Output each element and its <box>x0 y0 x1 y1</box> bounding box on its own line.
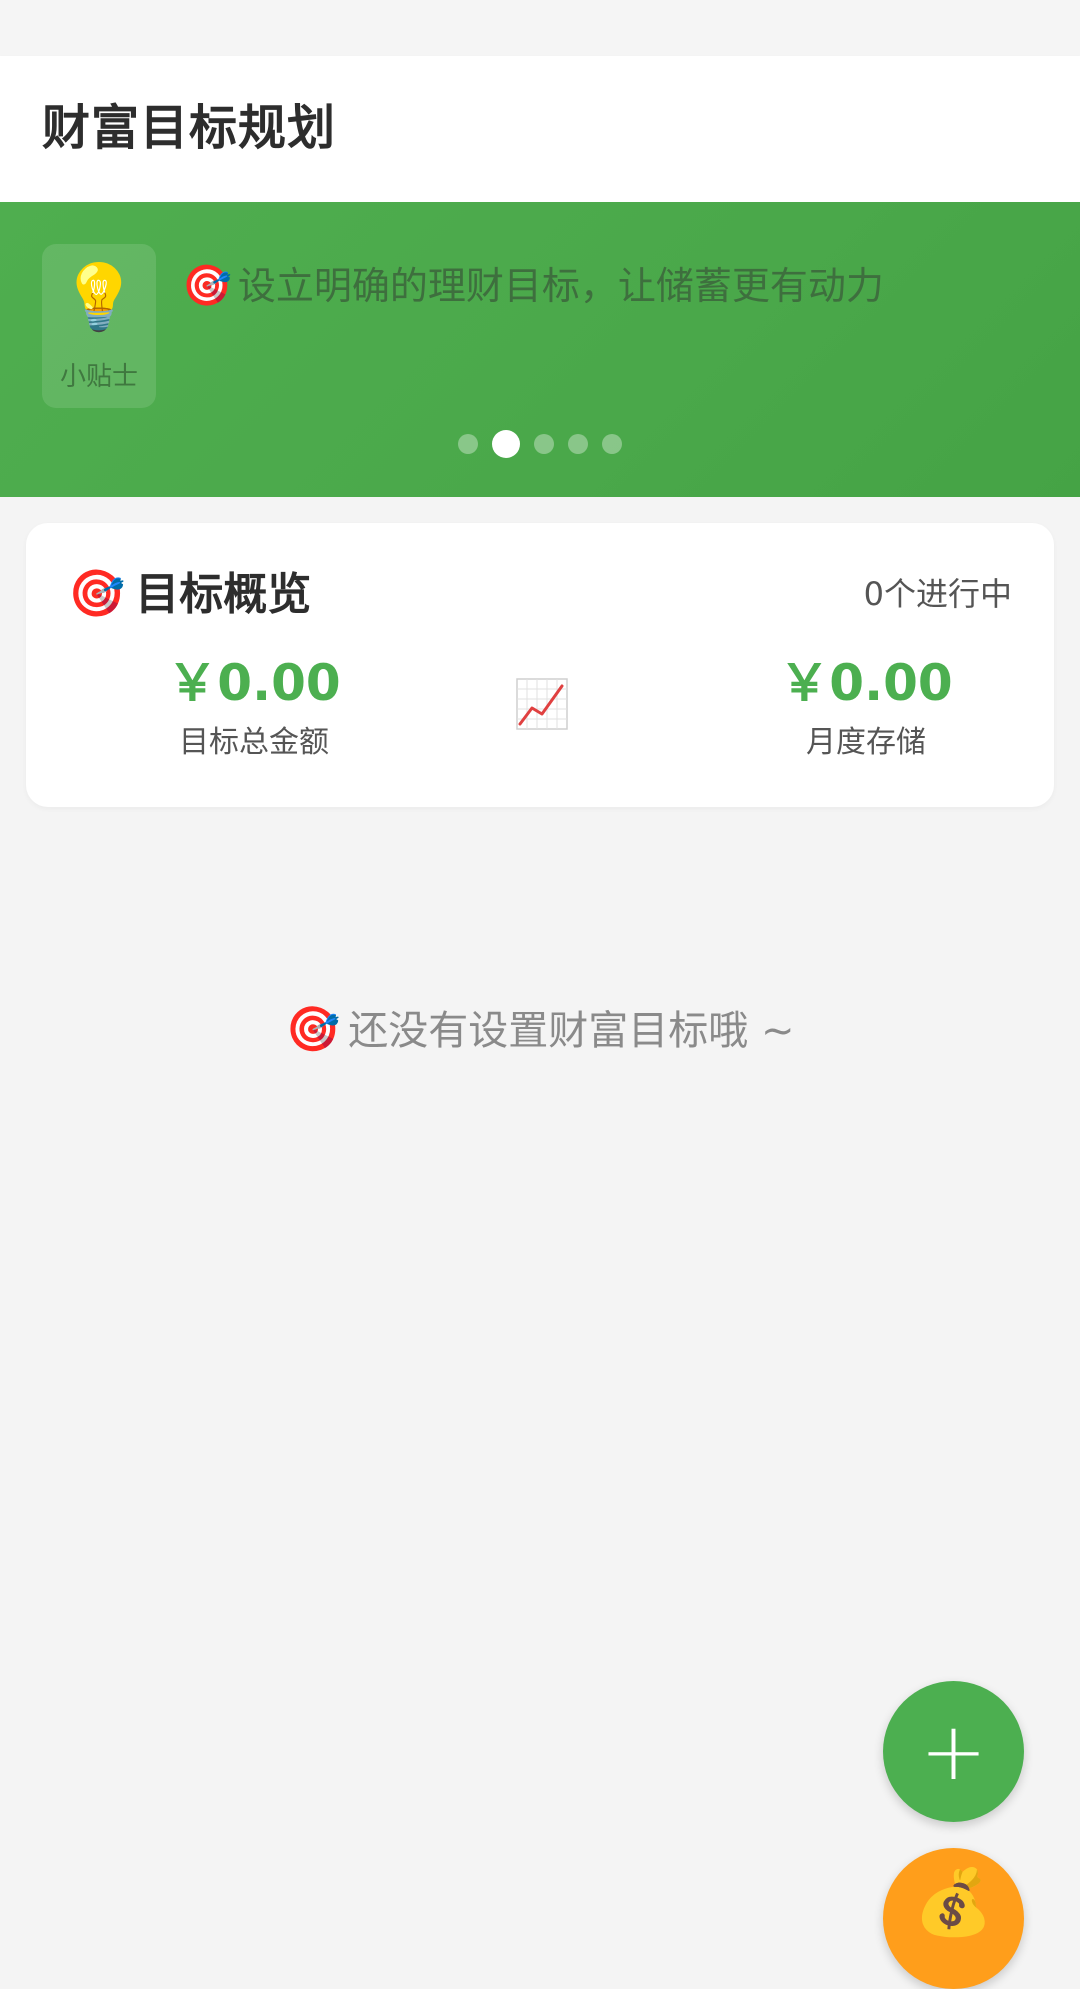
page-title: 财富目标规划 <box>42 100 337 156</box>
carousel-dot[interactable] <box>602 434 622 454</box>
total-amount-stat: ￥0.00 目标总金额 <box>94 648 414 768</box>
carousel-dot[interactable] <box>534 434 554 454</box>
total-amount-label: 目标总金额 <box>179 725 329 760</box>
tip-badge: 💡 小贴士 <box>42 244 156 408</box>
carousel-dot[interactable] <box>568 434 588 454</box>
monthly-saving-value: ￥0.00 <box>779 654 953 712</box>
trend-chart-icon <box>516 678 568 730</box>
target-icon: 🎯 <box>285 1004 341 1055</box>
target-icon: 🎯 <box>68 566 126 620</box>
add-goal-button[interactable]: + <box>883 1681 1024 1822</box>
app-bar: 财富目标规划 <box>0 56 1080 202</box>
monthly-saving-label: 月度存储 <box>806 725 926 760</box>
lightbulb-icon: 💡 <box>59 261 139 335</box>
active-goal-count: 0个进行中 <box>863 575 1012 613</box>
tip-label: 小贴士 <box>59 362 138 392</box>
overview-title-text: 目标概览 <box>135 569 312 620</box>
empty-state-text: 还没有设置财富目标哦 ~ <box>348 1008 795 1054</box>
money-bag-button[interactable]: 💰 <box>883 1848 1024 1989</box>
tip-message: 设立明确的理财目标，让储蓄更有动力 <box>237 264 884 308</box>
status-bar <box>0 0 1080 56</box>
carousel-indicator <box>0 430 1080 458</box>
tips-banner[interactable]: 💡 小贴士 🎯 设立明确的理财目标，让储蓄更有动力 <box>0 202 1080 497</box>
empty-state: 🎯 还没有设置财富目标哦 ~ <box>0 1000 1080 1061</box>
overview-title: 🎯 目标概览 <box>68 561 311 627</box>
total-amount-value: ￥0.00 <box>167 654 341 712</box>
goal-overview-card: 🎯 目标概览 0个进行中 ￥0.00 目标总金额 ￥0.00 月度存储 <box>26 523 1054 807</box>
monthly-saving-stat: ￥0.00 月度存储 <box>706 648 1026 768</box>
carousel-dot-active[interactable] <box>492 430 520 458</box>
carousel-dot[interactable] <box>458 434 478 454</box>
target-icon: 🎯 <box>182 263 232 309</box>
money-bag-icon: 💰 <box>913 1866 994 1940</box>
tip-text: 🎯 设立明确的理财目标，让储蓄更有动力 <box>182 260 884 312</box>
